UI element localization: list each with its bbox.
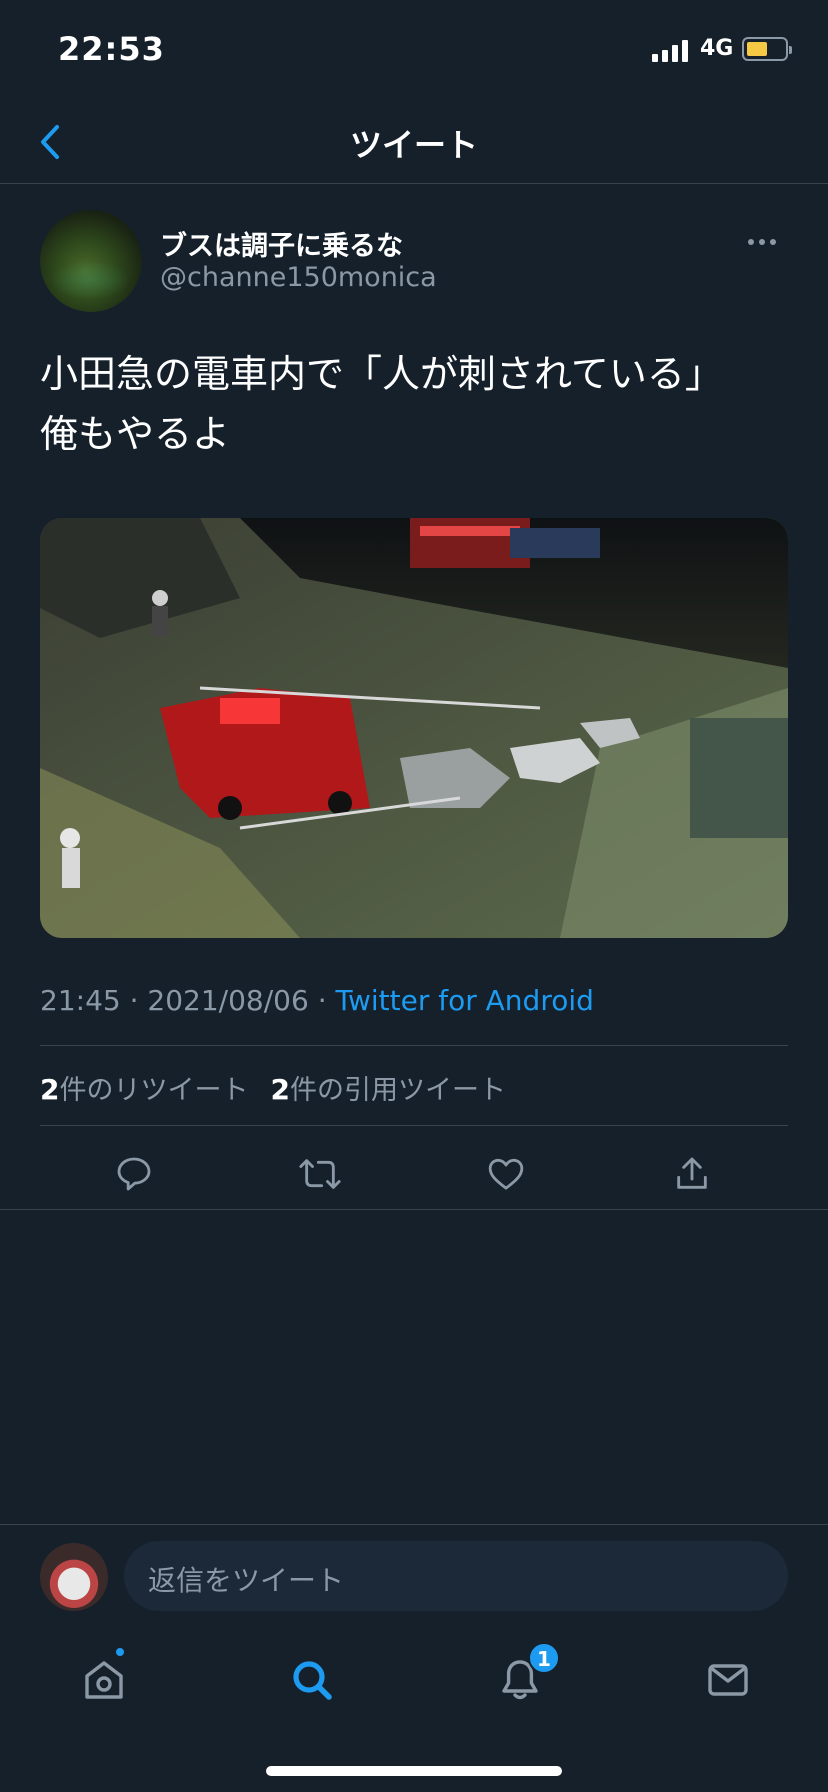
retweet-count-link[interactable]: 2件のリツイート <box>40 1073 249 1106</box>
author-handle[interactable]: @channe150monica <box>160 262 437 293</box>
status-time: 22:53 <box>58 30 165 68</box>
quote-count: 2 <box>270 1073 290 1106</box>
battery-icon <box>742 37 792 61</box>
home-indicator[interactable] <box>266 1766 562 1776</box>
retweet-button[interactable] <box>298 1152 342 1196</box>
home-icon <box>85 1661 123 1699</box>
search-icon <box>293 1661 332 1700</box>
tweet-source-link[interactable]: Twitter for Android <box>336 984 594 1017</box>
like-icon <box>488 1158 524 1190</box>
divider <box>40 1045 788 1046</box>
share-button[interactable] <box>670 1152 714 1196</box>
page-title: ツイート <box>349 126 478 164</box>
reply-input[interactable]: 返信をツイート <box>124 1541 788 1611</box>
retweet-count: 2 <box>40 1073 60 1106</box>
author-avatar[interactable] <box>40 210 142 312</box>
more-options-button[interactable] <box>748 232 788 252</box>
reply-icon <box>117 1157 151 1191</box>
status-bar: 22:53 4G <box>0 0 828 100</box>
signal-icon <box>652 38 692 62</box>
notification-badge: 1 <box>528 1642 560 1674</box>
retweet-count-label: 件のリツイート <box>59 1075 249 1106</box>
meta-separator: · <box>120 984 148 1017</box>
quote-count-label: 件の引用ツイート <box>289 1075 506 1106</box>
network-type: 4G <box>700 36 734 61</box>
reply-button[interactable] <box>112 1152 156 1196</box>
meta-separator: · <box>308 984 336 1017</box>
tab-messages[interactable] <box>700 1652 756 1708</box>
tweet-text: 小田急の電車内で「人が刺されている」 俺もやるよ <box>40 344 790 464</box>
navigation-bar: ツイート <box>0 100 828 184</box>
more-horizontal-icon <box>748 239 754 245</box>
tweet-detail: ブスは調子に乗るな @channe150monica 小田急の電車内で「人が刺さ… <box>0 184 828 1210</box>
home-unread-dot <box>114 1646 126 1658</box>
tab-home[interactable] <box>76 1652 132 1708</box>
messages-icon <box>708 1664 748 1696</box>
like-button[interactable] <box>484 1152 528 1196</box>
retweet-icon <box>299 1159 341 1189</box>
tweet-date: 2021/08/06 <box>147 984 309 1017</box>
tweet-timestamp: 21:45 · 2021/08/06 · Twitter for Android <box>40 984 594 1017</box>
share-icon <box>677 1157 707 1189</box>
tweet-text-line: 俺もやるよ <box>40 412 231 456</box>
current-user-avatar[interactable] <box>40 1543 108 1611</box>
street-scene-photo <box>40 518 788 938</box>
divider <box>40 1125 788 1126</box>
tweet-media-image[interactable] <box>40 518 788 938</box>
reply-composer: 返信をツイート <box>0 1524 828 1628</box>
author-display-name[interactable]: ブスは調子に乗るな <box>160 224 403 263</box>
tweet-text-line: 小田急の電車内で「人が刺されている」 <box>40 352 723 396</box>
quote-count-link[interactable]: 2件の引用ツイート <box>270 1073 506 1106</box>
tab-search[interactable] <box>284 1652 340 1708</box>
tweet-actions <box>0 1144 828 1204</box>
engagement-counts: 2件のリツイート 2件の引用ツイート <box>40 1068 506 1107</box>
tweet-time: 21:45 <box>40 984 121 1017</box>
